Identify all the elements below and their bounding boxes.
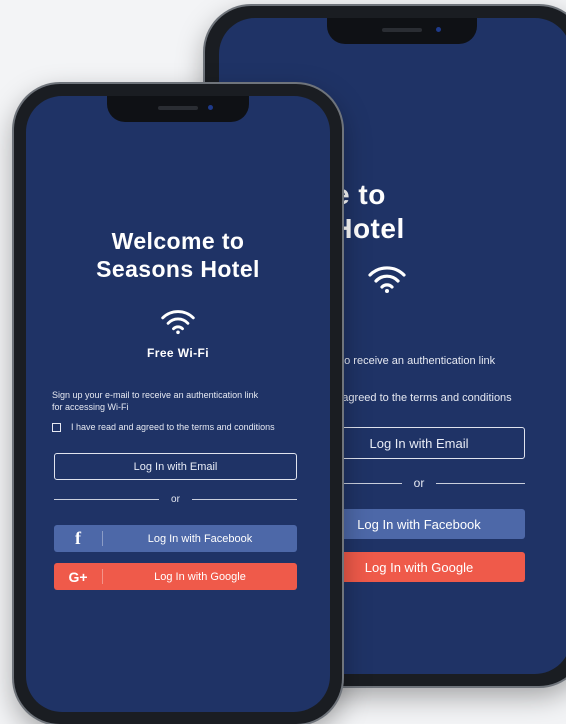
facebook-login-button[interactable]: Log In with Facebook [313,509,525,539]
wifi-icon [368,266,406,293]
divider-line [54,499,160,500]
divider-line [436,482,526,484]
email-login-button[interactable]: Log In with Email [313,427,525,459]
or-label: or [171,494,180,505]
terms-row: nd agreed to the terms and conditions [327,392,512,404]
description-line-1: ail to receive an authentication link [327,355,496,367]
google-login-button[interactable]: Log In with Google [313,552,525,582]
page-title: Welcome to Seasons Hotel [26,228,330,283]
or-divider: or [313,476,526,490]
google-plus-icon: G+ [54,569,102,585]
terms-row: I have read and agreed to the terms and … [52,422,275,432]
or-label: or [413,476,425,490]
front-phone: Welcome to Seasons Hotel Free Wi-Fi Sign… [14,84,342,724]
description-line-2: for accessing Wi-Fi [52,402,129,413]
title-line-1: Welcome to [111,228,245,254]
facebook-login-button[interactable]: f Log In with Facebook [54,525,297,552]
front-phone-content: Welcome to Seasons Hotel Free Wi-Fi Sign… [26,96,330,712]
wifi-label: Free Wi-Fi [147,346,209,360]
terms-label: nd agreed to the terms and conditions [327,392,512,404]
facebook-login-label: Log In with Facebook [147,532,253,545]
description-line-1: Sign up your e-mail to receive an authen… [52,390,259,400]
terms-checkbox[interactable] [52,422,61,432]
divider-line [191,499,297,500]
email-login-label: Log In with Email [133,460,218,473]
or-divider: or [54,494,297,505]
facebook-glyph: f [75,528,81,548]
description: ail to receive an authentication link -F… [327,354,495,384]
google-login-button[interactable]: G+ Log In with Google [54,563,297,590]
title-line-2: Seasons Hotel [96,255,260,282]
google-login-label: Log In with Google [154,570,246,583]
description: Sign up your e-mail to receive an authen… [52,389,312,413]
email-login-button[interactable]: Log In with Email [54,453,297,480]
facebook-login-label: Log In with Facebook [357,516,481,532]
google-glyph: G+ [68,568,88,585]
facebook-icon: f [54,528,102,549]
description-line-2: -Fi [327,369,495,384]
terms-label: I have read and agreed to the terms and … [71,422,275,432]
wifi-icon [161,310,195,335]
front-phone-screen: Welcome to Seasons Hotel Free Wi-Fi Sign… [26,96,330,712]
email-login-label: Log In with Email [369,435,469,451]
google-login-label: Log In with Google [364,559,474,575]
